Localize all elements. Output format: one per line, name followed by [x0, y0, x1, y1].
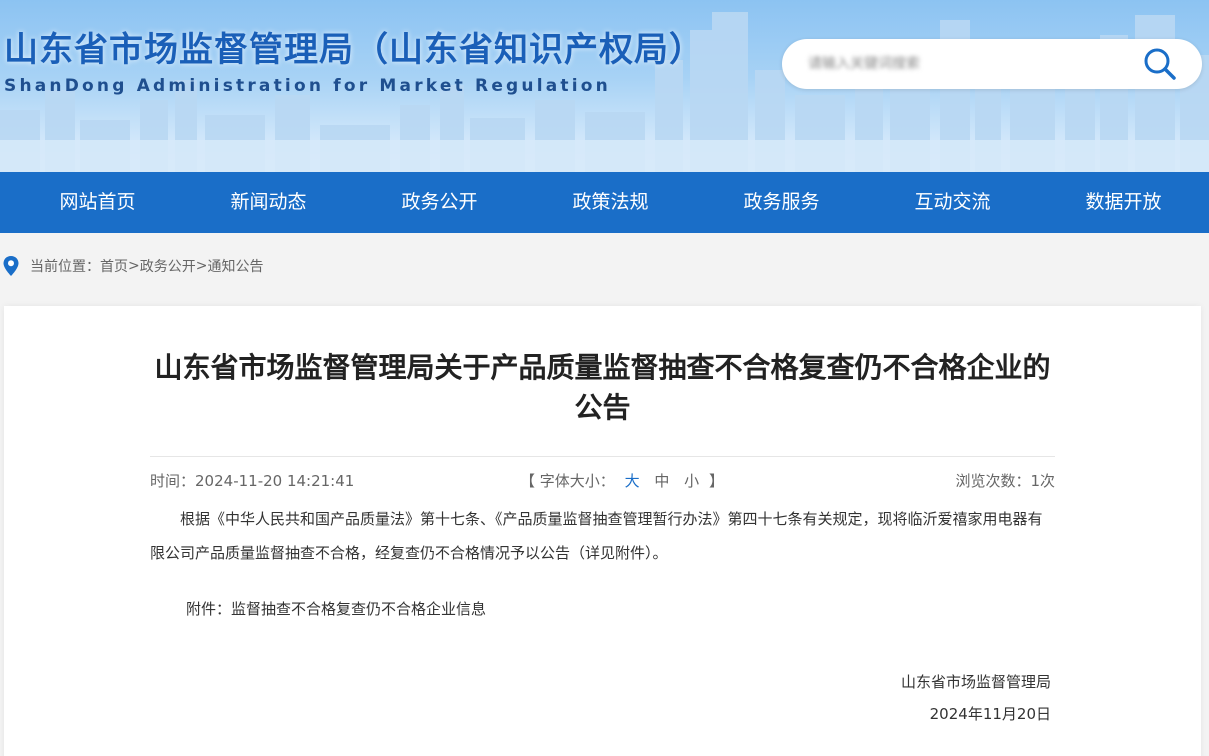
main-nav: 网站首页 新闻动态 政务公开 政策法规 政务服务 互动交流 数据开放: [0, 172, 1209, 233]
font-size-switcher: 【 字体大小： 大 中 小 】: [520, 470, 724, 491]
article-title: 山东省市场监督管理局关于产品质量监督抽查不合格复查仍不合格企业的公告: [154, 351, 1051, 424]
view-count-label: 浏览次数：: [955, 472, 1031, 490]
view-count-value: 1次: [1030, 472, 1055, 490]
font-size-large[interactable]: 大: [625, 472, 640, 490]
attachment-link[interactable]: 监督抽查不合格复查仍不合格企业信息: [231, 600, 486, 618]
font-size-label: 【 字体大小：: [520, 472, 615, 490]
breadcrumb-home[interactable]: 首页: [100, 256, 128, 276]
nav-item-home[interactable]: 网站首页: [12, 172, 183, 233]
view-count: 浏览次数：1次: [955, 470, 1055, 491]
article-meta: 时间：2024-11-20 14:21:41 【 字体大小： 大 中 小 】 浏…: [150, 456, 1055, 500]
location-pin-icon: [3, 256, 19, 276]
nav-item-news[interactable]: 新闻动态: [183, 172, 354, 233]
nav-item-interaction[interactable]: 互动交流: [867, 172, 1038, 233]
breadcrumb-notices[interactable]: 通知公告: [207, 256, 263, 276]
breadcrumb-prefix: 当前位置：: [30, 259, 100, 275]
font-size-small[interactable]: 小: [684, 472, 699, 490]
attachment-label: 附件：: [186, 600, 232, 618]
breadcrumb-separator: >: [195, 258, 208, 274]
breadcrumb-gov-affairs[interactable]: 政务公开: [140, 256, 196, 276]
publish-time-label: 时间：: [150, 472, 196, 490]
signature-org: 山东省市场监督管理局: [900, 673, 1051, 691]
font-size-medium[interactable]: 中: [654, 472, 669, 490]
signature-date: 2024年11月20日: [929, 705, 1051, 723]
article-body: 根据《中华人民共和国产品质量法》第十七条、《产品质量监督抽查管理暂行办法》第四十…: [150, 510, 1043, 562]
nav-item-open-data[interactable]: 数据开放: [1038, 172, 1209, 233]
breadcrumb-separator: >: [128, 258, 140, 274]
publish-time: 时间：2024-11-20 14:21:41: [150, 470, 354, 491]
site-title: 山东省市场监督管理局（山东省知识产权局）: [4, 30, 704, 70]
nav-item-policies[interactable]: 政策法规: [525, 172, 696, 233]
article-card: 山东省市场监督管理局关于产品质量监督抽查不合格复查仍不合格企业的公告 时间：20…: [4, 306, 1201, 756]
publish-time-value: 2024-11-20 14:21:41: [195, 472, 355, 490]
search-box: [782, 39, 1202, 89]
breadcrumb: 当前位置： 首页 > 政务公开 > 通知公告: [0, 254, 263, 278]
site-header: 山东省市场监督管理局（山东省知识产权局） ShanDong Administra…: [0, 0, 1209, 172]
site-subtitle: ShanDong Administration for Market Regul…: [4, 76, 611, 96]
search-button[interactable]: [1140, 44, 1180, 84]
search-input[interactable]: [808, 51, 1128, 77]
attachment: 附件：监督抽查不合格复查仍不合格企业信息: [186, 598, 486, 619]
search-icon: [1144, 48, 1176, 80]
nav-item-services[interactable]: 政务服务: [696, 172, 867, 233]
signature: 山东省市场监督管理局 2024年11月20日: [901, 666, 1051, 730]
font-size-close: 】: [708, 472, 724, 490]
nav-item-gov-affairs[interactable]: 政务公开: [354, 172, 525, 233]
